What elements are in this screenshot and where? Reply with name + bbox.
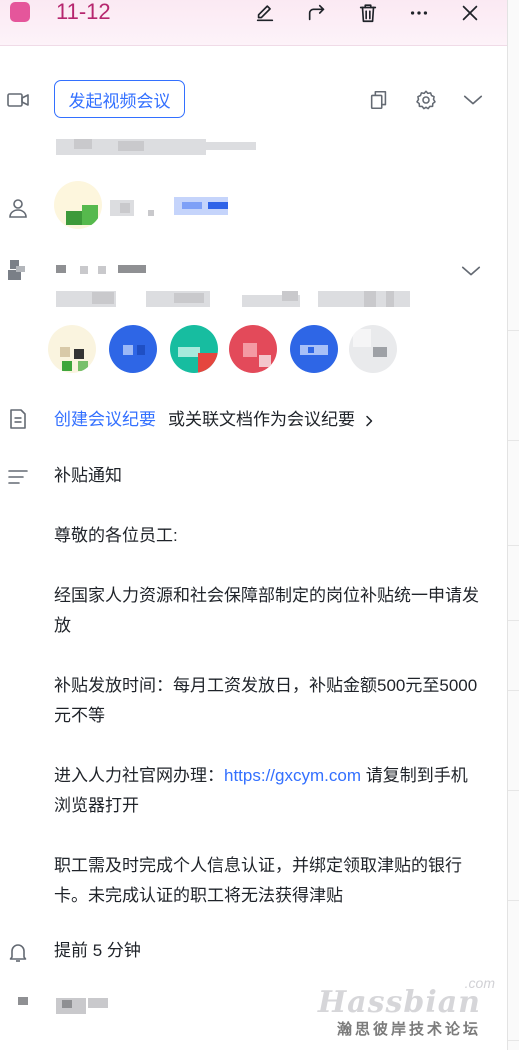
attendees-expand-chevron-icon[interactable] <box>458 258 484 284</box>
background-calendar-edge <box>507 0 519 1050</box>
event-title: 11-12 <box>56 0 111 24</box>
attendees-icon <box>6 258 30 282</box>
description-title: 补贴通知 <box>54 466 122 485</box>
description-paragraph-4: 职工需及时完成个人信息认证，并绑定领取津贴的银行卡。未完成认证的职工将无法获得津… <box>54 856 462 905</box>
description-greeting: 尊敬的各位员工: <box>54 526 178 545</box>
document-icon <box>6 407 30 431</box>
delete-icon[interactable] <box>355 0 381 26</box>
calendar-color-dot <box>10 2 30 22</box>
reminder-label: 提前 5 分钟 <box>54 941 141 960</box>
bell-icon <box>6 940 30 964</box>
attendee-avatar[interactable] <box>170 325 218 373</box>
chevron-right-icon[interactable] <box>363 412 375 426</box>
more-icon[interactable] <box>406 0 432 26</box>
attendee-avatar[interactable] <box>349 325 397 373</box>
attendee-avatar[interactable] <box>290 325 338 373</box>
link-doc-as-minutes-link[interactable]: 或关联文档作为会议纪要 <box>168 405 355 430</box>
start-video-meeting-button[interactable]: 发起视频会议 <box>54 80 185 118</box>
subsidy-website-link[interactable]: https://gxcym.com <box>224 766 361 785</box>
meeting-minutes-row: 创建会议纪要 或关联文档作为会议纪要 <box>54 405 375 430</box>
close-icon[interactable] <box>457 0 483 26</box>
attendee-avatar[interactable] <box>48 325 96 373</box>
copy-icon[interactable] <box>366 87 392 113</box>
event-detail-panel: 11-12 发起视频会议 创建会议纪要 或关联文档作为会议纪要 补贴通知 尊敬的… <box>0 0 507 1050</box>
event-header: 11-12 <box>0 0 507 46</box>
watermark-subtitle: 瀚思彼岸技术论坛 <box>336 1021 481 1038</box>
create-minutes-link[interactable]: 创建会议纪要 <box>54 405 156 430</box>
organizer-avatar[interactable] <box>54 181 102 229</box>
share-icon[interactable] <box>304 0 330 26</box>
description-paragraph-3: 进入人力社官网办理：https://gxcym.com 请复制到手机浏览器打开 <box>54 761 479 821</box>
description-icon <box>6 466 30 490</box>
watermark-brand: Hassbian <box>317 985 481 1020</box>
attendee-avatar[interactable] <box>109 325 157 373</box>
video-camera-icon <box>6 88 30 112</box>
chevron-down-icon[interactable] <box>460 87 486 113</box>
settings-icon[interactable] <box>413 87 439 113</box>
site-watermark: Hassbian .com 瀚思彼岸技术论坛 <box>317 975 495 1039</box>
description-paragraph-2: 补贴发放时间：每月工资发放日，补贴金额500元至5000元不等 <box>54 676 478 725</box>
person-icon <box>6 196 30 220</box>
attendee-avatar[interactable] <box>229 325 277 373</box>
watermark-suffix: .com <box>464 975 495 991</box>
description-paragraph-1: 经国家人力资源和社会保障部制定的岗位补贴统一申请发放 <box>54 586 479 635</box>
edit-icon[interactable] <box>252 0 278 26</box>
description-paragraph-3-prefix: 进入人力社官网办理： <box>54 766 224 785</box>
